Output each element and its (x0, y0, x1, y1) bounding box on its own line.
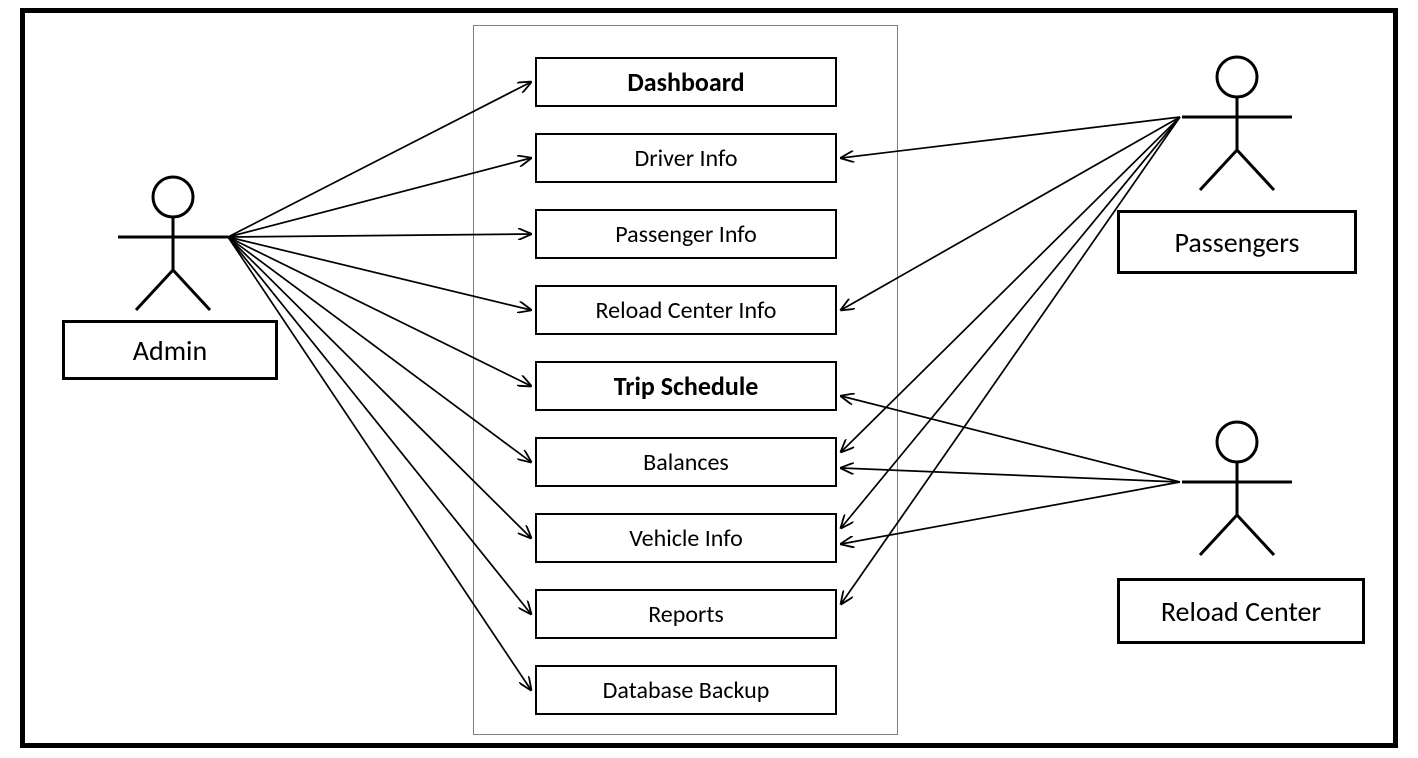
usecase-dashboard: Dashboard (535, 57, 837, 107)
usecase-reports: Reports (535, 589, 837, 639)
usecase-reload-center-info: Reload Center Info (535, 285, 837, 335)
actor-passengers-label: Passengers (1117, 210, 1357, 274)
usecase-vehicle-info: Vehicle Info (535, 513, 837, 563)
actor-admin-label: Admin (62, 320, 278, 380)
usecase-balances: Balances (535, 437, 837, 487)
usecase-driver-info: Driver Info (535, 133, 837, 183)
actor-reload-center-label: Reload Center (1117, 578, 1365, 644)
usecase-trip-schedule: Trip Schedule (535, 361, 837, 411)
use-case-diagram: Dashboard Driver Info Passenger Info Rel… (0, 0, 1418, 758)
usecase-database-backup: Database Backup (535, 665, 837, 715)
usecase-passenger-info: Passenger Info (535, 209, 837, 259)
